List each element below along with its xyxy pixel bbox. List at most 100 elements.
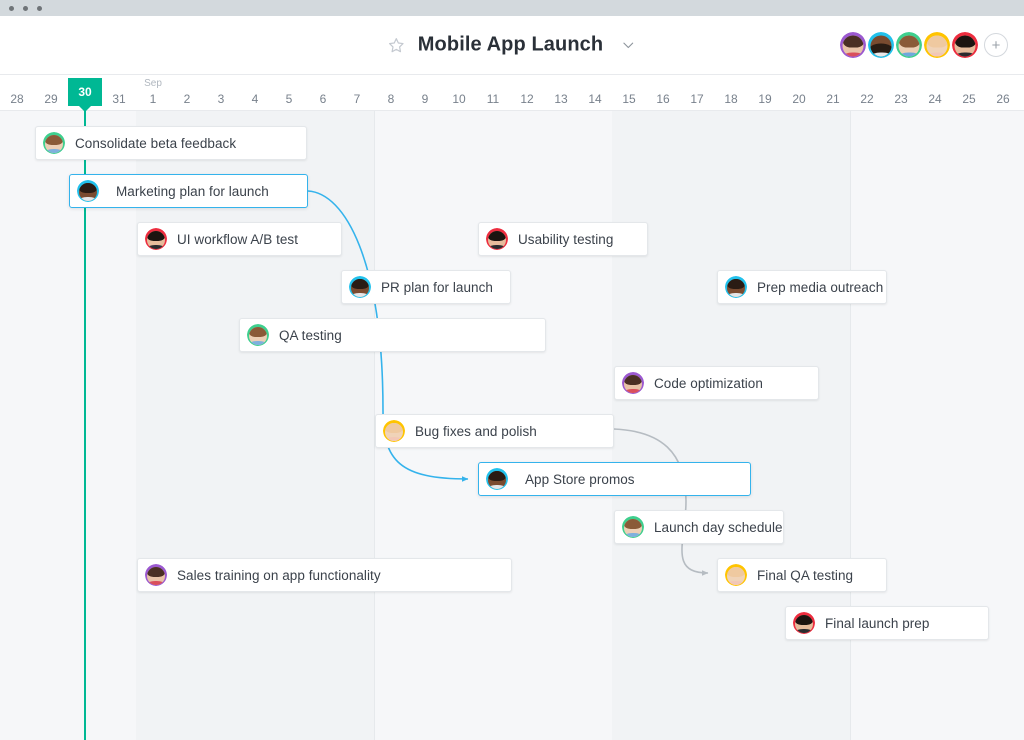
- timeline-canvas[interactable]: Consolidate beta feedback Marketing plan …: [0, 111, 1024, 740]
- avatar[interactable]: [924, 32, 950, 58]
- ruler-day-label: 7: [354, 92, 361, 106]
- avatar[interactable]: [622, 372, 644, 394]
- timeline-ruler[interactable]: 28293031Sep12345678910111213141516171819…: [0, 75, 1024, 111]
- avatar-shirt: [728, 581, 745, 585]
- avatar[interactable]: [840, 32, 866, 58]
- avatar[interactable]: [793, 612, 815, 634]
- ruler-day-15[interactable]: 15: [612, 75, 646, 111]
- avatar-hair: [899, 35, 920, 47]
- avatar[interactable]: [486, 228, 508, 250]
- ruler-day-28[interactable]: 28: [0, 75, 34, 111]
- avatar[interactable]: [622, 516, 644, 538]
- ruler-day-20[interactable]: 20: [782, 75, 816, 111]
- ruler-day-16[interactable]: 16: [646, 75, 680, 111]
- task-card-consolidate-beta-feedback[interactable]: Consolidate beta feedback: [35, 126, 307, 160]
- avatar[interactable]: [77, 180, 99, 202]
- avatar-hair: [488, 231, 506, 241]
- ruler-day-25[interactable]: 25: [952, 75, 986, 111]
- task-card-label: App Store promos: [525, 472, 635, 487]
- ruler-day-24[interactable]: 24: [918, 75, 952, 111]
- window-dot-1[interactable]: [9, 6, 14, 11]
- task-card-prep-media-outreach[interactable]: Prep media outreach: [717, 270, 887, 304]
- avatar-face: [899, 35, 920, 56]
- chevron-down-icon[interactable]: [616, 38, 636, 53]
- avatar-hair: [351, 279, 369, 289]
- ruler-day-7[interactable]: 7: [340, 75, 374, 111]
- avatar-shirt: [352, 293, 369, 297]
- ruler-day-12[interactable]: 12: [510, 75, 544, 111]
- today-badge[interactable]: 30: [68, 78, 102, 106]
- avatar[interactable]: [952, 32, 978, 58]
- ruler-day-2[interactable]: 2: [170, 75, 204, 111]
- task-card-label: Marketing plan for launch: [116, 184, 269, 199]
- ruler-day-label: 14: [588, 92, 601, 106]
- task-card-label: Consolidate beta feedback: [75, 136, 236, 151]
- ruler-day-6[interactable]: 6: [306, 75, 340, 111]
- ruler-day-5[interactable]: 5: [272, 75, 306, 111]
- ruler-day-22[interactable]: 22: [850, 75, 884, 111]
- task-card-label: Bug fixes and polish: [415, 424, 537, 439]
- avatar-hair: [624, 519, 642, 529]
- avatar[interactable]: [868, 32, 894, 58]
- task-card-final-launch-prep[interactable]: Final launch prep: [785, 606, 989, 640]
- avatar[interactable]: [43, 132, 65, 154]
- task-card-label: Final QA testing: [757, 568, 853, 583]
- task-card-label: PR plan for launch: [381, 280, 493, 295]
- ruler-day-29[interactable]: 29: [34, 75, 68, 111]
- ruler-day-14[interactable]: 14: [578, 75, 612, 111]
- avatar-face: [351, 279, 369, 297]
- ruler-day-13[interactable]: 13: [544, 75, 578, 111]
- task-card-code-optimization[interactable]: Code optimization: [614, 366, 819, 400]
- ruler-day-17[interactable]: 17: [680, 75, 714, 111]
- avatar[interactable]: [725, 564, 747, 586]
- avatar[interactable]: [896, 32, 922, 58]
- ruler-day-9[interactable]: 9: [408, 75, 442, 111]
- ruler-day-11[interactable]: 11: [476, 75, 510, 111]
- avatar-face: [795, 615, 813, 633]
- ruler-day-8[interactable]: 8: [374, 75, 408, 111]
- task-card-launch-day-schedule[interactable]: Launch day schedule: [614, 510, 784, 544]
- ruler-day-19[interactable]: 19: [748, 75, 782, 111]
- avatar[interactable]: [725, 276, 747, 298]
- ruler-day-3[interactable]: 3: [204, 75, 238, 111]
- avatar-hair: [79, 183, 97, 193]
- timeline-app: Mobile App Launch + 28293031Sep123456789…: [0, 0, 1024, 740]
- ruler-day-4[interactable]: 4: [238, 75, 272, 111]
- task-card-final-qa-testing[interactable]: Final QA testing: [717, 558, 887, 592]
- task-card-qa-testing[interactable]: QA testing: [239, 318, 546, 352]
- task-card-app-store-promos[interactable]: App Store promos: [478, 462, 751, 496]
- ruler-day-23[interactable]: 23: [884, 75, 918, 111]
- ruler-day-1[interactable]: Sep1: [136, 75, 170, 111]
- ruler-day-label: 1: [150, 92, 157, 106]
- task-card-marketing-plan-for-launch[interactable]: Marketing plan for launch: [69, 174, 308, 208]
- task-card-label: UI workflow A/B test: [177, 232, 298, 247]
- ruler-day-label: 11: [487, 92, 499, 106]
- ruler-day-10[interactable]: 10: [442, 75, 476, 111]
- ruler-day-21[interactable]: 21: [816, 75, 850, 111]
- star-icon[interactable]: [388, 37, 405, 54]
- task-card-pr-plan-for-launch[interactable]: PR plan for launch: [341, 270, 511, 304]
- ruler-day-label: 13: [554, 92, 567, 106]
- avatar[interactable]: [486, 468, 508, 490]
- window-dot-2[interactable]: [23, 6, 28, 11]
- task-card-usability-testing[interactable]: Usability testing: [478, 222, 648, 256]
- add-member-button[interactable]: +: [984, 33, 1008, 57]
- avatar[interactable]: [247, 324, 269, 346]
- ruler-day-30[interactable]: 30: [68, 75, 102, 111]
- avatar-hair: [843, 35, 864, 47]
- ruler-day-18[interactable]: 18: [714, 75, 748, 111]
- task-card-ui-workflow-ab-test[interactable]: UI workflow A/B test: [137, 222, 342, 256]
- task-card-sales-training-on-app-functionality[interactable]: Sales training on app functionality: [137, 558, 512, 592]
- avatar[interactable]: [383, 420, 405, 442]
- avatar[interactable]: [145, 228, 167, 250]
- avatar[interactable]: [145, 564, 167, 586]
- window-dot-3[interactable]: [37, 6, 42, 11]
- avatar-hair: [624, 375, 642, 385]
- ruler-day-31[interactable]: 31: [102, 75, 136, 111]
- ruler-day-label: 21: [826, 92, 839, 106]
- avatar[interactable]: [349, 276, 371, 298]
- avatar-shirt: [489, 245, 506, 249]
- task-card-bug-fixes-and-polish[interactable]: Bug fixes and polish: [375, 414, 614, 448]
- ruler-day-26[interactable]: 26: [986, 75, 1020, 111]
- task-card-label: Sales training on app functionality: [177, 568, 381, 583]
